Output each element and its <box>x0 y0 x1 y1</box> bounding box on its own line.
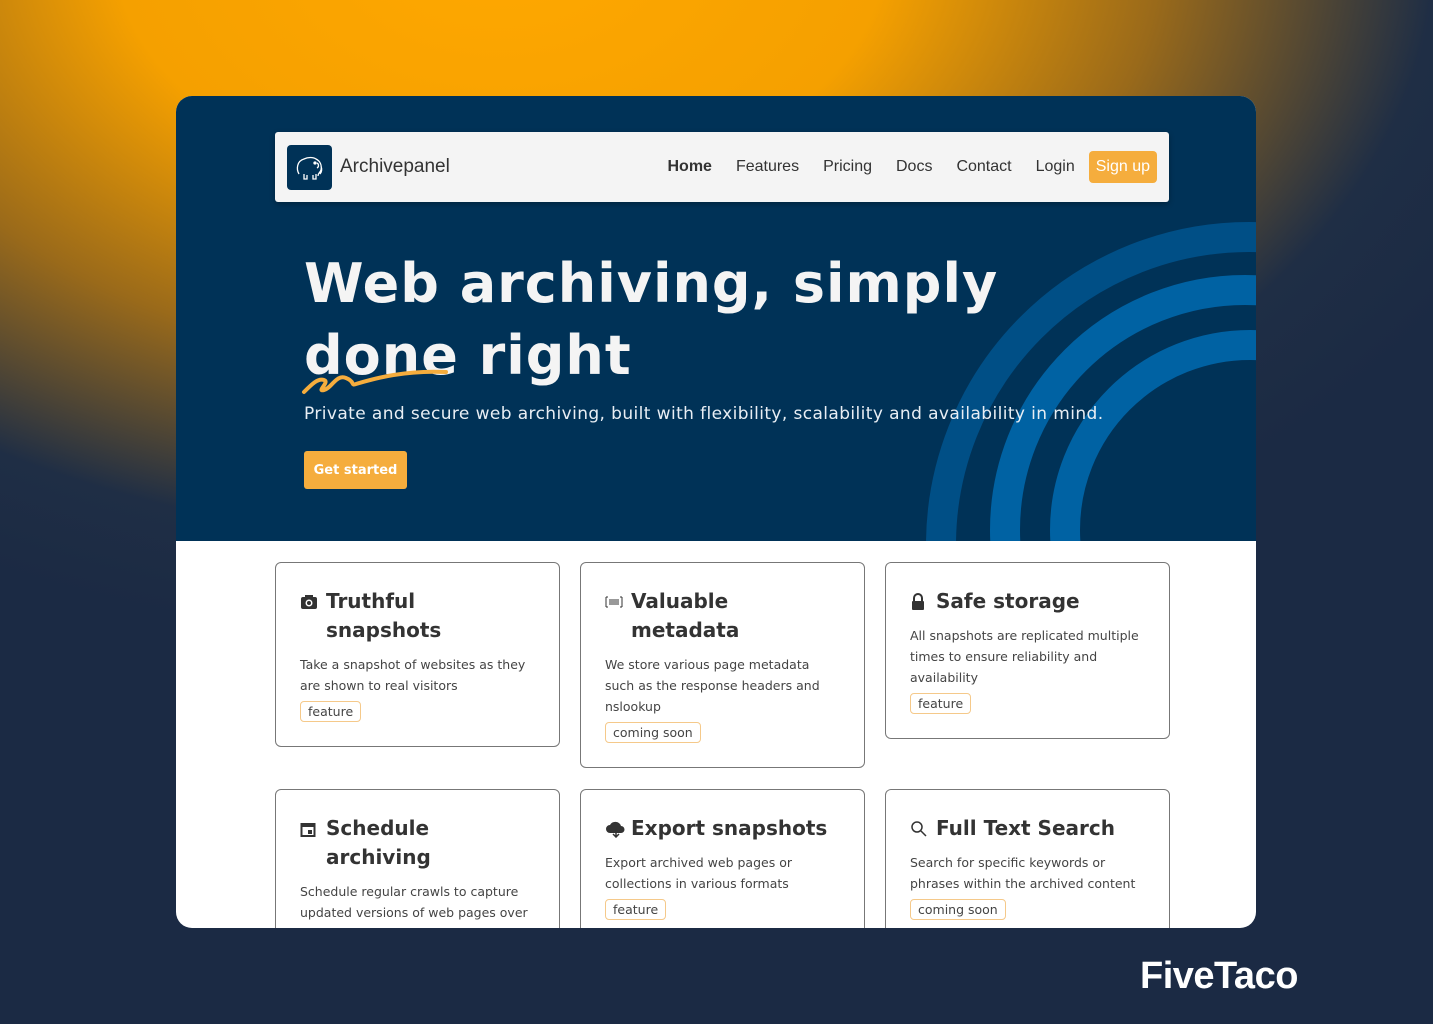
feature-tag: coming soon <box>910 899 1006 920</box>
feature-card: Export snapshots Export archived web pag… <box>580 789 865 928</box>
feature-text: Export archived web pages or collections… <box>605 855 792 891</box>
nav-links: Home Features Pricing Docs Contact Login… <box>667 151 1157 183</box>
feature-title: Full Text Search <box>936 816 1115 840</box>
feature-text: Search for specific keywords or phrases … <box>910 855 1136 891</box>
hero-subtitle: Private and secure web archiving, built … <box>304 404 1104 424</box>
hero-section: Archivepanel Home Features Pricing Docs … <box>176 96 1256 541</box>
feature-text: We store various page metadata such as t… <box>605 657 820 714</box>
feature-text: Take a snapshot of websites as they are … <box>300 657 526 693</box>
feature-tag: feature <box>605 899 667 920</box>
feature-card: Valuable metadata We store various page … <box>580 562 865 768</box>
feature-title: Valuable metadata <box>631 589 740 642</box>
feature-tag: feature <box>300 701 362 722</box>
nav-features[interactable]: Features <box>736 158 799 176</box>
calendar-icon <box>300 814 326 843</box>
cloud-download-icon <box>605 814 631 843</box>
signup-button[interactable]: Sign up <box>1088 151 1157 183</box>
nav-contact[interactable]: Contact <box>956 158 1011 176</box>
feature-tag: feature <box>910 693 972 714</box>
get-started-button[interactable]: Get started <box>304 451 407 489</box>
elephant-logo-icon[interactable] <box>287 144 332 190</box>
brand-name[interactable]: Archivepanel <box>340 156 450 178</box>
feature-card: Full Text Search Search for specific key… <box>885 789 1170 928</box>
navbar: Archivepanel Home Features Pricing Docs … <box>275 132 1169 202</box>
underline-squiggle-icon <box>302 369 448 394</box>
feature-card: Truthful snapshots Take a snapshot of we… <box>275 562 560 747</box>
feature-tag: coming soon <box>605 722 701 743</box>
feature-text: All snapshots are replicated multiple ti… <box>910 628 1139 685</box>
feature-title: Truthful snapshots <box>326 589 442 642</box>
feature-title: Safe storage <box>936 589 1080 613</box>
nav-pricing[interactable]: Pricing <box>823 158 872 176</box>
fivetaco-watermark: FiveTaco <box>1140 955 1298 997</box>
barcode-icon <box>605 587 631 616</box>
lock-icon <box>910 587 936 616</box>
nav-docs[interactable]: Docs <box>896 158 932 176</box>
browser-frame: Archivepanel Home Features Pricing Docs … <box>176 96 1256 928</box>
nav-login[interactable]: Login <box>1036 158 1075 176</box>
camera-icon <box>300 587 326 616</box>
nav-home[interactable]: Home <box>667 158 711 176</box>
feature-text: Schedule regular crawls to capture updat… <box>300 884 528 928</box>
feature-card: Safe storage All snapshots are replicate… <box>885 562 1170 739</box>
feature-card: Schedule archiving Schedule regular craw… <box>275 789 560 928</box>
feature-title: Schedule archiving <box>326 816 431 869</box>
search-icon <box>910 814 936 843</box>
feature-title: Export snapshots <box>631 816 828 840</box>
